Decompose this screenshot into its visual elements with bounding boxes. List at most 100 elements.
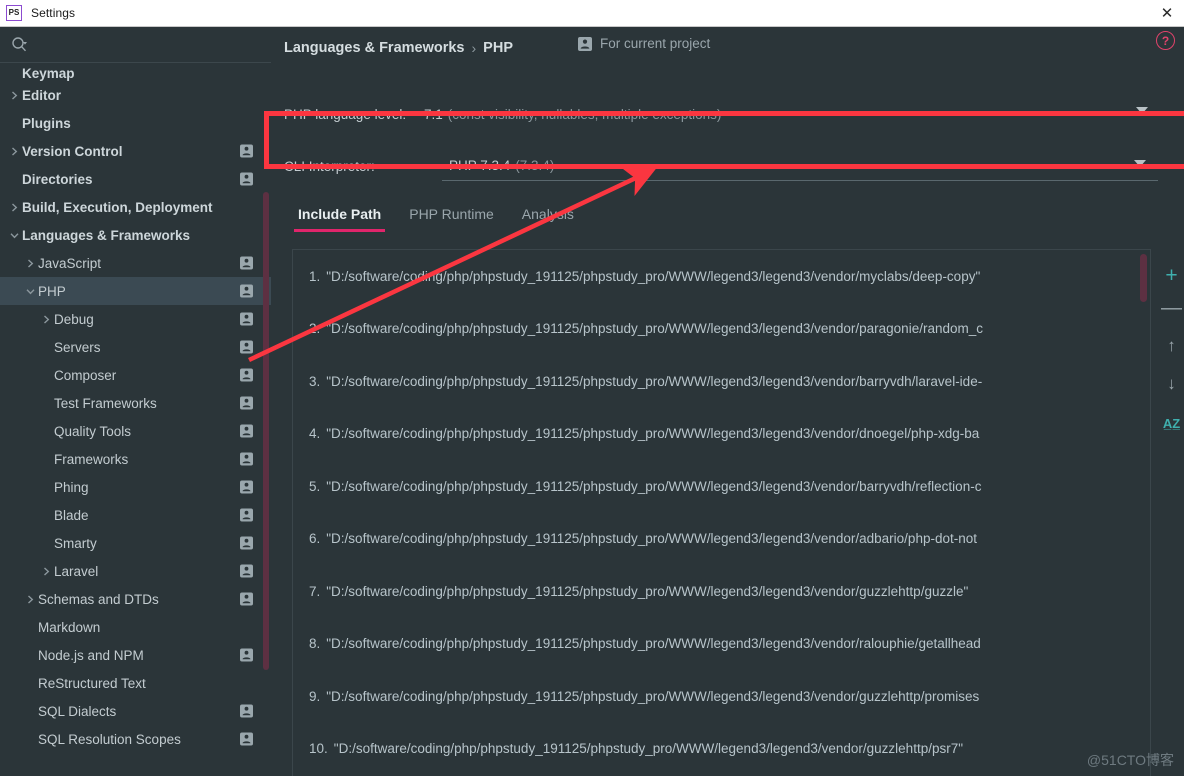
chevron-down-icon[interactable] xyxy=(6,231,22,240)
window-title: Settings xyxy=(31,6,76,20)
include-path-row-number: 6. xyxy=(309,531,321,547)
include-path-row-value: "D:/software/coding/php/phpstudy_191125/… xyxy=(326,268,981,284)
person-icon xyxy=(240,592,253,606)
sidebar-item-build-execution-deployment[interactable]: Build, Execution, Deployment xyxy=(0,193,271,221)
settings-tabs: Include Path PHP Runtime Analysis xyxy=(284,204,588,236)
move-down-button[interactable]: ↓ xyxy=(1160,371,1184,395)
sidebar-item-javascript[interactable]: JavaScript xyxy=(0,249,271,277)
person-icon xyxy=(240,732,253,746)
include-path-row-value: "D:/software/coding/php/phpstudy_191125/… xyxy=(326,583,969,599)
settings-sidebar: Keymap Editor Plugins Version Control Direct… xyxy=(0,27,271,776)
search-input[interactable] xyxy=(29,37,271,52)
sidebar-item-sql-dialects[interactable]: SQL Dialects xyxy=(0,697,271,725)
cli-interpreter-value-suffix: (7.3.4) xyxy=(515,158,555,173)
include-path-row[interactable]: 1. "D:/software/coding/php/phpstudy_19112… xyxy=(293,250,1150,303)
chevron-down-icon[interactable] xyxy=(1134,160,1146,167)
sidebar-item-phing[interactable]: Phing xyxy=(0,473,271,501)
include-path-row[interactable]: 10. "D:/software/coding/php/phpstudy_1911… xyxy=(293,723,1150,776)
chevron-right-icon[interactable] xyxy=(38,314,54,324)
include-path-row[interactable]: 5. "D:/software/coding/php/phpstudy_19112… xyxy=(293,460,1150,513)
include-path-row[interactable]: 8. "D:/software/coding/php/phpstudy_19112… xyxy=(293,618,1150,671)
sidebar-item-restructured-text[interactable]: ReStructured Text xyxy=(0,669,271,697)
sidebar-item-directories[interactable]: Directories xyxy=(0,165,271,193)
tab-include-path[interactable]: Include Path xyxy=(284,204,395,232)
sidebar-item-test-frameworks[interactable]: Test Frameworks xyxy=(0,389,271,417)
sidebar-item-label: Servers xyxy=(54,339,101,355)
sidebar-item-keymap[interactable]: Keymap xyxy=(0,63,271,81)
phpstorm-icon: PS xyxy=(6,5,22,21)
sidebar-item-label: Languages & Frameworks xyxy=(22,227,191,243)
project-scope-label: For current project xyxy=(600,36,711,51)
move-up-button[interactable]: ↑ xyxy=(1160,333,1184,357)
sidebar-item-composer[interactable]: Composer xyxy=(0,361,271,389)
search-icon[interactable] xyxy=(11,36,29,54)
include-path-row[interactable]: 3. "D:/software/coding/php/phpstudy_19112… xyxy=(293,355,1150,408)
sidebar-item-schemas-and-dtds[interactable]: Schemas and DTDs xyxy=(0,585,271,613)
title-bar: PS Settings ✕ xyxy=(0,0,1184,27)
breadcrumb-separator: › xyxy=(471,40,477,56)
include-path-row-value: "D:/software/coding/php/phpstudy_191125/… xyxy=(326,478,982,494)
chevron-down-icon[interactable] xyxy=(1136,107,1148,114)
remove-button[interactable]: — xyxy=(1160,295,1184,319)
sidebar-item-editor[interactable]: Editor xyxy=(0,81,271,109)
include-path-row[interactable]: 7. "D:/software/coding/php/phpstudy_19112… xyxy=(293,565,1150,618)
cli-interpreter-dropdown[interactable]: PHP 7.3.4 (7.3.4) xyxy=(442,151,1158,181)
sidebar-item-markdown[interactable]: Markdown xyxy=(0,613,271,641)
sidebar-item-label: Version Control xyxy=(22,143,123,159)
sidebar-item-debug[interactable]: Debug xyxy=(0,305,271,333)
chevron-right-icon[interactable] xyxy=(6,202,22,212)
sidebar-scrollbar[interactable] xyxy=(263,192,269,670)
sidebar-item-plugins[interactable]: Plugins xyxy=(0,109,271,137)
chevron-down-icon[interactable] xyxy=(22,287,38,296)
include-path-row[interactable]: 6. "D:/software/coding/php/phpstudy_19112… xyxy=(293,513,1150,566)
sidebar-item-quality-tools[interactable]: Quality Tools xyxy=(0,417,271,445)
sidebar-item-label: Keymap xyxy=(22,66,75,81)
include-path-row-number: 7. xyxy=(309,583,321,599)
breadcrumb-parent[interactable]: Languages & Frameworks xyxy=(284,40,465,56)
settings-tree: Keymap Editor Plugins Version Control Direct… xyxy=(0,63,271,753)
sidebar-item-languages-frameworks[interactable]: Languages & Frameworks xyxy=(0,221,271,249)
sidebar-item-label: Test Frameworks xyxy=(54,395,157,411)
chevron-right-icon[interactable] xyxy=(22,258,38,268)
chevron-right-icon[interactable] xyxy=(6,90,22,100)
sidebar-item-label: Editor xyxy=(22,87,61,103)
add-button[interactable]: + xyxy=(1160,263,1184,287)
include-path-row-value: "D:/software/coding/php/phpstudy_191125/… xyxy=(326,636,981,652)
sidebar-item-label: Node.js and NPM xyxy=(38,647,144,663)
sidebar-item-sql-resolution-scopes[interactable]: SQL Resolution Scopes xyxy=(0,725,271,753)
person-icon xyxy=(240,480,253,494)
sidebar-item-servers[interactable]: Servers xyxy=(0,333,271,361)
include-path-row[interactable]: 9. "D:/software/coding/php/phpstudy_19112… xyxy=(293,670,1150,723)
sidebar-item-smarty[interactable]: Smarty xyxy=(0,529,271,557)
main-panel: Languages & Frameworks › PHP For current… xyxy=(271,27,1184,776)
person-icon xyxy=(240,536,253,550)
help-icon[interactable]: ? xyxy=(1156,31,1175,50)
sidebar-item-label: Laravel xyxy=(54,563,99,579)
person-icon xyxy=(240,312,253,326)
chevron-right-icon[interactable] xyxy=(6,146,22,156)
include-path-row-number: 8. xyxy=(309,636,321,652)
close-icon[interactable]: ✕ xyxy=(1150,0,1184,26)
tab-analysis[interactable]: Analysis xyxy=(508,204,588,232)
sidebar-item-version-control[interactable]: Version Control xyxy=(0,137,271,165)
sidebar-item-node-js-and-npm[interactable]: Node.js and NPM xyxy=(0,641,271,669)
sidebar-item-php[interactable]: PHP xyxy=(0,277,271,305)
sidebar-item-laravel[interactable]: Laravel xyxy=(0,557,271,585)
chevron-right-icon[interactable] xyxy=(38,566,54,576)
chevron-right-icon[interactable] xyxy=(22,594,38,604)
person-icon xyxy=(240,452,253,466)
sidebar-item-label: Blade xyxy=(54,507,89,523)
include-path-row-number: 10. xyxy=(309,741,328,757)
sidebar-item-blade[interactable]: Blade xyxy=(0,501,271,529)
include-path-row-number: 2. xyxy=(309,321,321,337)
sidebar-item-label: Quality Tools xyxy=(54,423,132,439)
include-path-row[interactable]: 2. "D:/software/coding/php/phpstudy_19112… xyxy=(293,303,1150,356)
tab-php-runtime[interactable]: PHP Runtime xyxy=(395,204,508,232)
php-language-level-label: PHP language level: xyxy=(284,106,407,122)
include-path-scrollbar[interactable] xyxy=(1140,254,1147,302)
include-path-row[interactable]: 4. "D:/software/coding/php/phpstudy_19112… xyxy=(293,408,1150,461)
sort-button[interactable]: A̲Z̲ xyxy=(1160,411,1184,435)
sidebar-item-label: Frameworks xyxy=(54,451,129,467)
sidebar-item-frameworks[interactable]: Frameworks xyxy=(0,445,271,473)
include-path-toolbar: + — ↑ ↓ A̲Z̲ xyxy=(1159,249,1184,776)
